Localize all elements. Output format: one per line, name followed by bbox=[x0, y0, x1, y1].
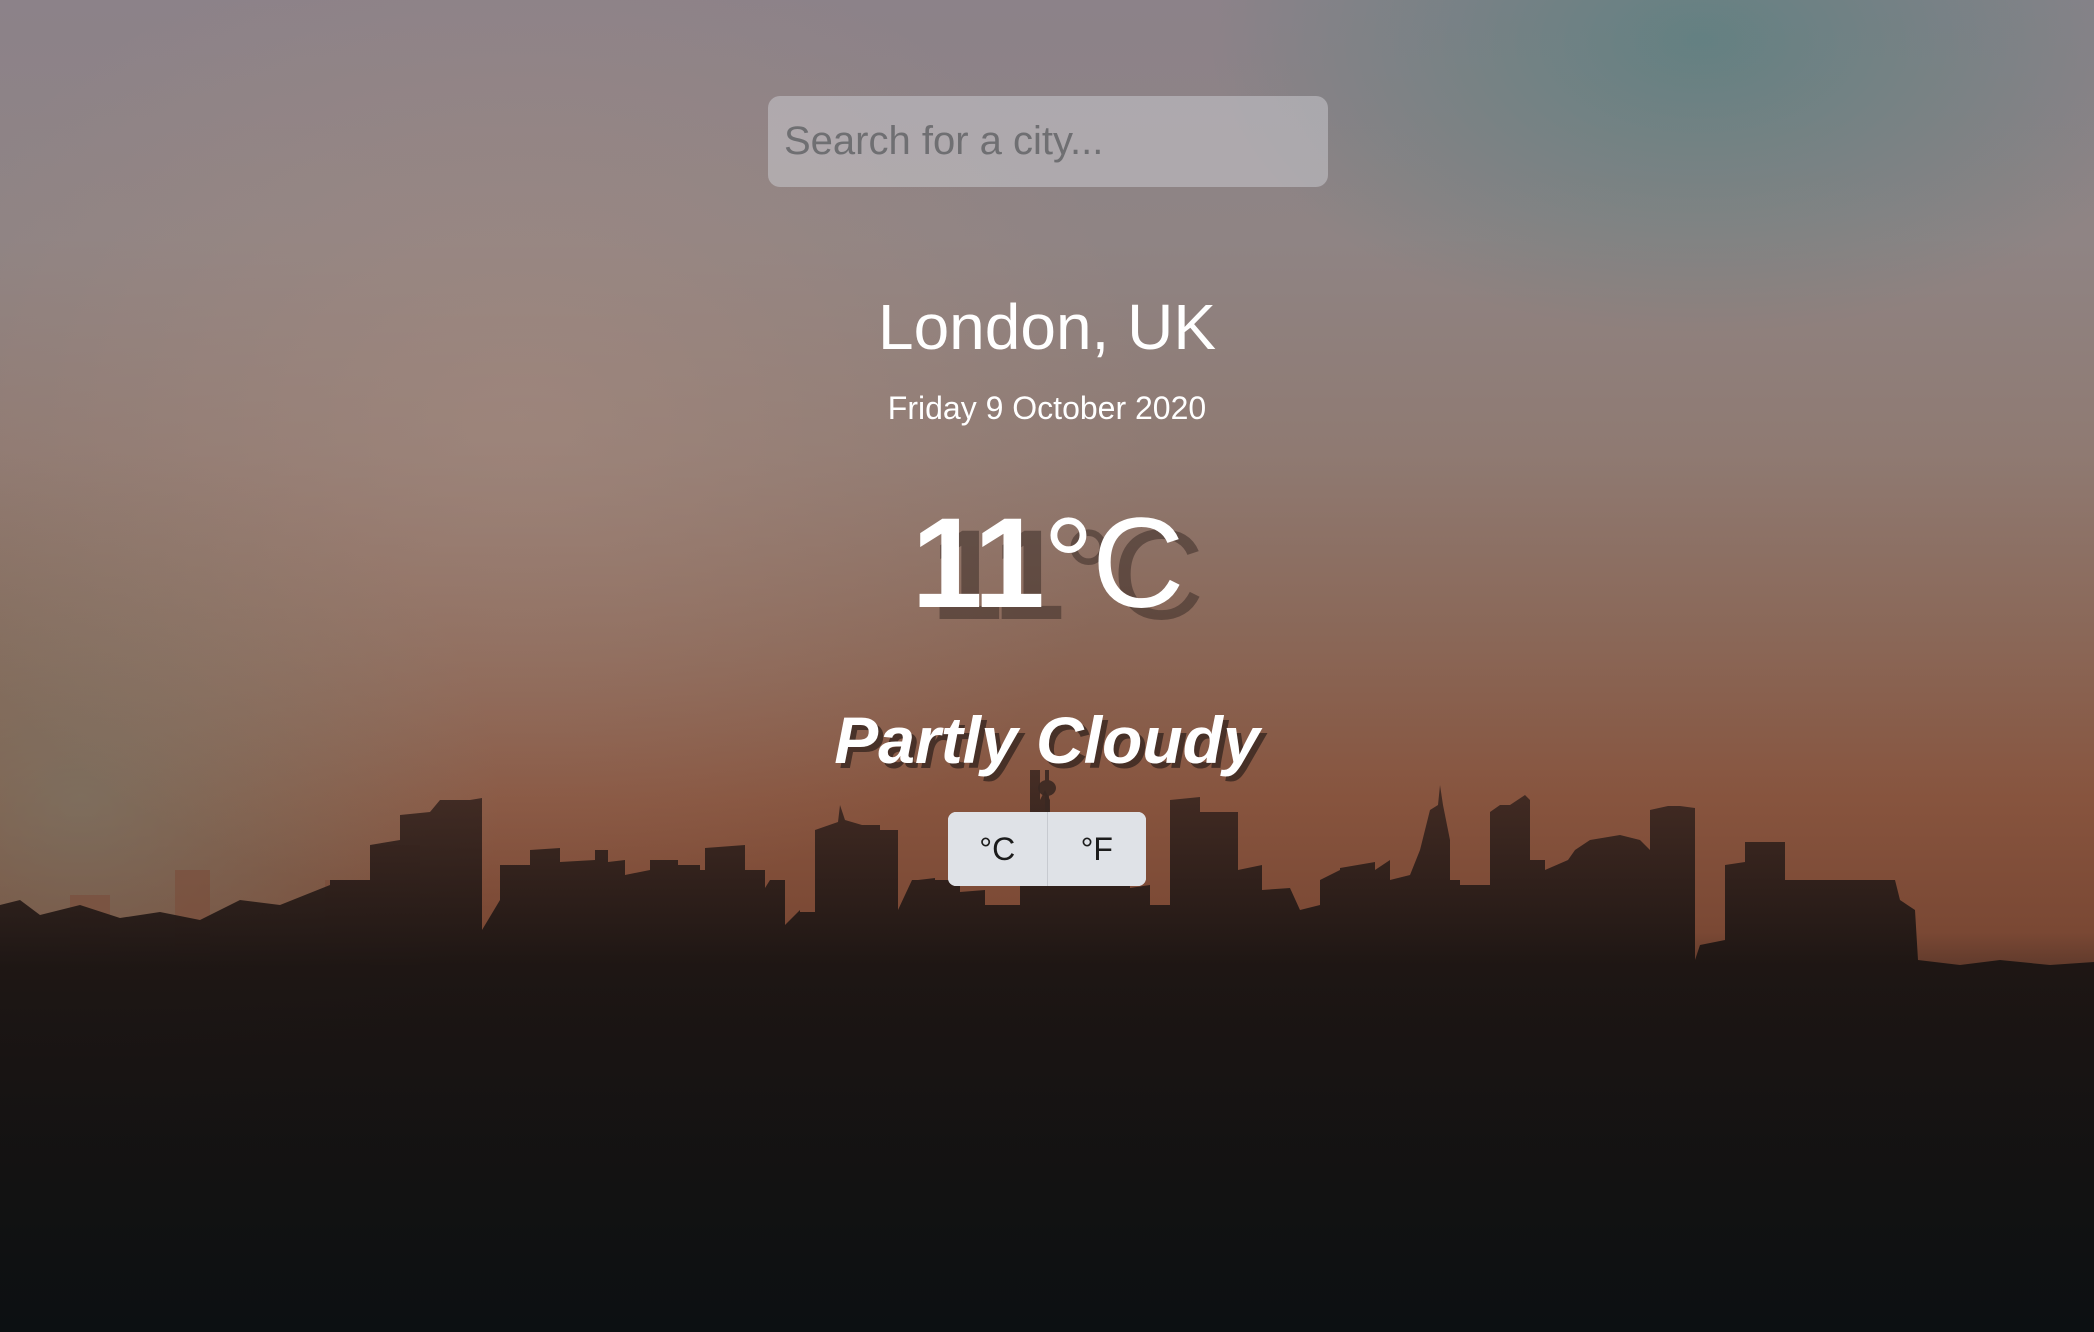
location-title: London, UK bbox=[877, 291, 1217, 363]
unit-toggle: °C °F bbox=[948, 812, 1146, 886]
temperature-value: 11 bbox=[911, 492, 1045, 635]
weather-condition: Partly Cloudy bbox=[834, 703, 1260, 777]
current-date: Friday 9 October 2020 bbox=[887, 390, 1207, 426]
fahrenheit-button[interactable]: °F bbox=[1046, 812, 1146, 886]
temperature-display: 11°C bbox=[0, 490, 2094, 637]
city-skyline-background bbox=[0, 770, 2094, 1332]
search-input[interactable] bbox=[768, 96, 1328, 187]
weather-app: London, UK Friday 9 October 2020 11°C Pa… bbox=[0, 0, 2094, 1332]
temperature-unit: °C bbox=[1042, 492, 1185, 635]
celsius-button[interactable]: °C bbox=[948, 812, 1047, 886]
city-search-box[interactable] bbox=[768, 96, 1328, 187]
